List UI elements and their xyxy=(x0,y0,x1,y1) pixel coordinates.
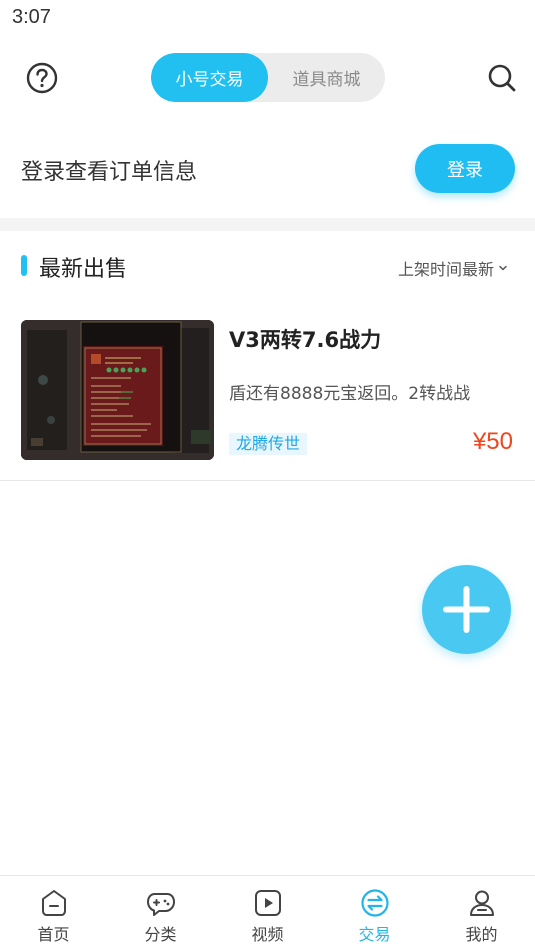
login-prompt: 登录查看订单信息 登录 xyxy=(0,128,535,210)
tab-home[interactable]: 首页 xyxy=(0,876,107,951)
section-divider xyxy=(0,218,535,231)
video-icon xyxy=(254,890,281,916)
listing-price: ¥50 xyxy=(472,428,513,455)
help-button[interactable] xyxy=(24,60,60,96)
sort-label: 上架时间最新 xyxy=(398,260,495,279)
add-listing-button[interactable] xyxy=(422,565,511,654)
status-bar: 3:07 xyxy=(0,0,535,36)
listing-title: V3两转7.6战力 xyxy=(229,328,382,352)
listing-divider xyxy=(0,480,535,481)
home-icon xyxy=(41,890,66,916)
bottom-tab-bar: 首页 分类 视频 交易 我的 xyxy=(0,875,535,951)
plus-icon xyxy=(443,586,490,633)
tab-trade-label: 交易 xyxy=(358,925,391,944)
tab-video-label: 视频 xyxy=(251,925,284,944)
login-prompt-text: 登录查看订单信息 xyxy=(21,160,198,185)
tab-profile-label: 我的 xyxy=(465,925,498,944)
tab-profile[interactable]: 我的 xyxy=(428,876,535,951)
listing-thumbnail xyxy=(21,320,214,460)
section-title: 最新出售 xyxy=(39,257,128,282)
question-circle-icon xyxy=(26,62,58,94)
section-accent-bar xyxy=(21,255,27,276)
search-button[interactable] xyxy=(484,60,520,96)
tab-video[interactable]: 视频 xyxy=(214,876,321,951)
top-navigation: 小号交易 道具商城 xyxy=(0,48,535,108)
listing-card[interactable]: V3两转7.6战力 盾还有8888元宝返回。2转战战 龙腾传世 ¥50 xyxy=(0,302,535,480)
exchange-icon xyxy=(360,889,389,917)
tab-category[interactable]: 分类 xyxy=(107,876,214,951)
profile-icon xyxy=(469,890,494,916)
tab-home-label: 首页 xyxy=(37,925,70,944)
login-button[interactable]: 登录 xyxy=(415,144,515,193)
segment-switcher: 小号交易 道具商城 xyxy=(151,53,385,102)
section-header: 最新出售 上架时间最新 xyxy=(0,240,535,290)
game-screenshot-image xyxy=(21,320,214,460)
tab-account-trade[interactable]: 小号交易 xyxy=(151,53,268,102)
status-time: 3:07 xyxy=(12,6,51,28)
game-tag: 龙腾传世 xyxy=(229,433,308,455)
gamepad-icon xyxy=(146,893,175,916)
listing-description: 盾还有8888元宝返回。2转战战 xyxy=(229,384,471,404)
search-icon xyxy=(488,64,516,92)
tab-category-label: 分类 xyxy=(144,925,177,944)
sort-dropdown[interactable]: 上架时间最新 xyxy=(398,256,508,280)
tab-trade[interactable]: 交易 xyxy=(321,876,428,951)
tab-item-mall[interactable]: 道具商城 xyxy=(268,53,385,102)
chevron-down-icon xyxy=(499,265,507,271)
